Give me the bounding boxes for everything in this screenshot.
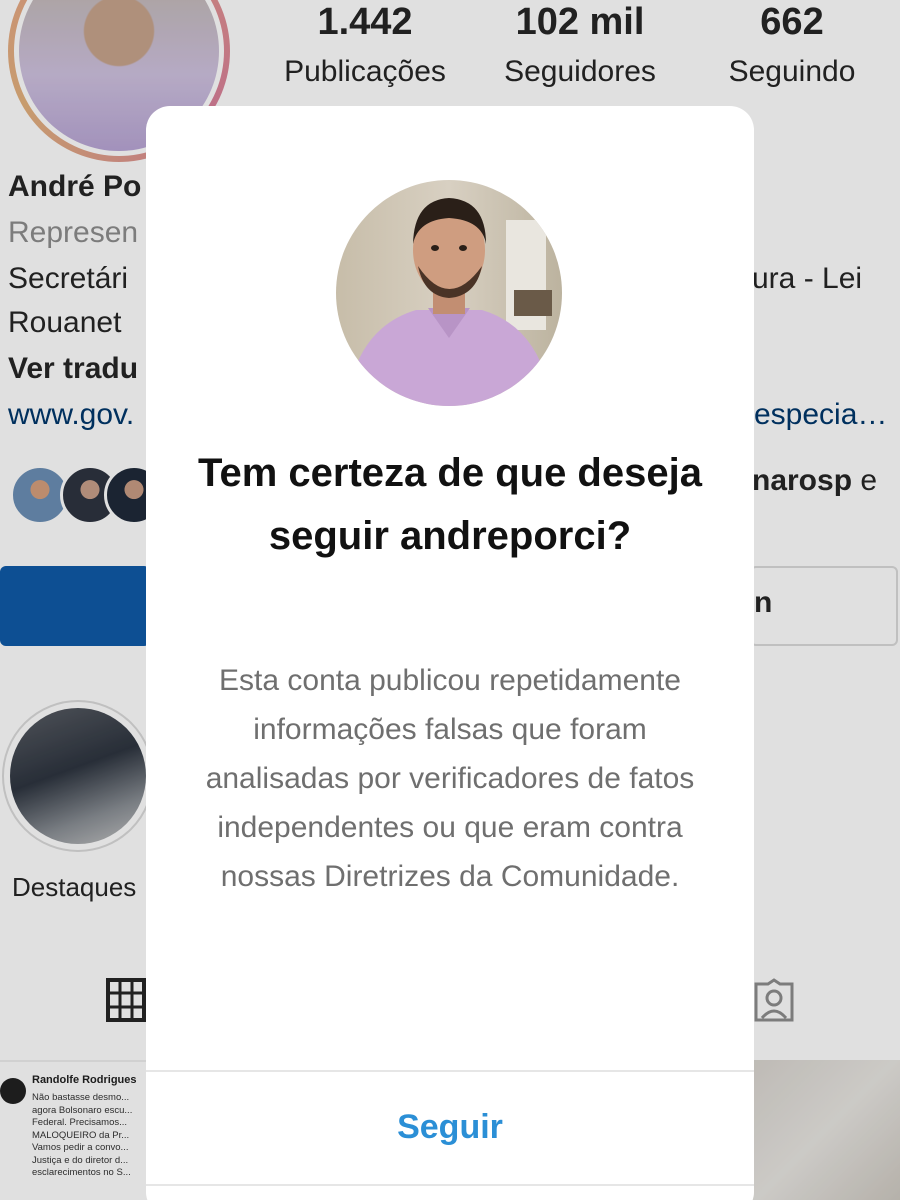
dialog-avatar [336,180,562,406]
dialog-divider [146,1184,754,1186]
follow-confirmation-dialog: Tem certeza de que deseja seguir andrepo… [146,106,754,1200]
dialog-title: Tem certeza de que deseja seguir andrepo… [198,451,702,558]
confirm-follow-button[interactable]: Seguir [146,1072,754,1184]
dialog-message: Esta conta publicou repetidamente inform… [205,664,695,893]
